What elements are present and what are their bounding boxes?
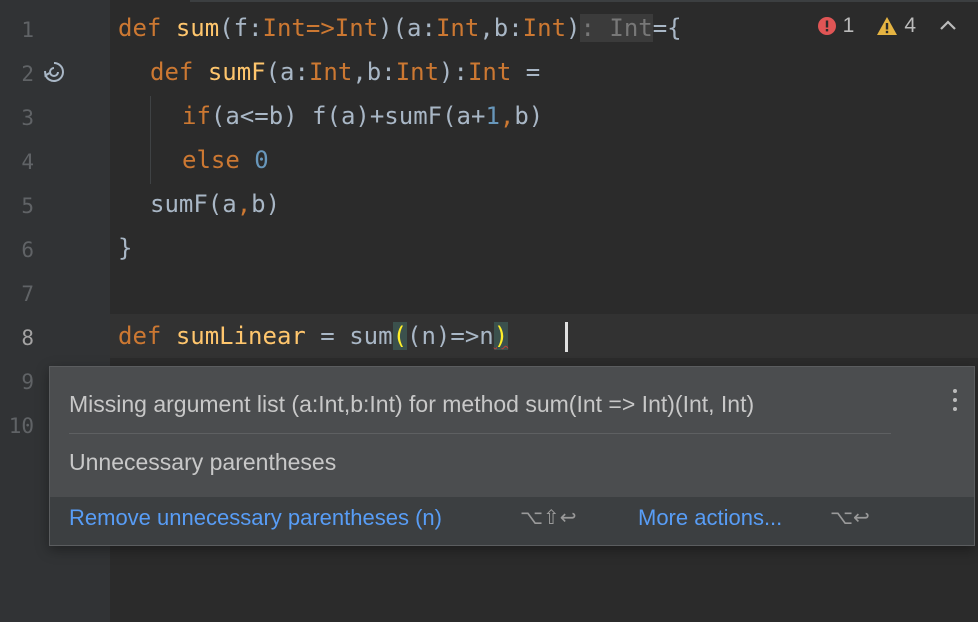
indent-guide: [150, 96, 151, 184]
more-options-icon[interactable]: [950, 389, 960, 419]
code-text: b): [251, 190, 281, 218]
line-number: 2: [21, 62, 34, 86]
code-line-5[interactable]: sumF(a,b): [150, 182, 280, 226]
line-number: 3: [21, 106, 34, 130]
code-text: ,b:: [352, 58, 396, 86]
keyword: def: [118, 14, 162, 42]
number-literal: 1: [485, 102, 500, 130]
type-name: Int: [467, 58, 512, 86]
matched-paren-close: ): [493, 322, 509, 350]
code-line-6[interactable]: }: [118, 226, 132, 270]
error-message: Missing argument list (a:Int,b:Int) for …: [69, 391, 755, 417]
type-name: Int: [334, 14, 379, 42]
recursion-icon[interactable]: [42, 60, 66, 84]
warning-message: Unnecessary parentheses: [69, 449, 337, 475]
code-line-8[interactable]: def sumLinear = sum((n)=>n): [118, 314, 509, 358]
keyword: else: [182, 146, 240, 174]
function-name: sumLinear: [175, 322, 306, 350]
error-icon[interactable]: [817, 16, 837, 36]
code-line-2[interactable]: def sumF(a:Int,b:Int):Int =: [150, 50, 540, 94]
code-text: (n)=>n: [407, 322, 494, 350]
more-actions-shortcut: ⌥↩: [830, 505, 870, 529]
type-name: Int: [262, 14, 306, 42]
code-line-1[interactable]: def sum(f:Int=>Int)(a:Int,b:Int): Int={: [118, 6, 682, 50]
code-text: =: [511, 58, 541, 86]
code-text: )(a:: [378, 14, 436, 42]
function-name: sum: [175, 14, 220, 42]
type-name: Int: [522, 14, 567, 42]
number-literal: 0: [254, 146, 269, 174]
type-name: Int: [395, 58, 440, 86]
warning-icon[interactable]: [876, 16, 898, 36]
text-caret: [565, 322, 568, 352]
line-number: 1: [21, 18, 34, 42]
code-text: ={: [652, 14, 682, 42]
code-text: b): [514, 102, 544, 130]
code-text: (a:: [265, 58, 309, 86]
popup-divider: [69, 433, 891, 434]
remove-parentheses-action[interactable]: Remove unnecessary parentheses (n): [69, 505, 442, 531]
keyword: def: [150, 58, 194, 86]
editor-top-border: [190, 0, 978, 2]
code-text: = sum: [305, 322, 393, 350]
more-actions-link[interactable]: More actions...: [638, 505, 782, 531]
type-name: Int: [308, 58, 353, 86]
arrow-operator: =>: [305, 14, 335, 42]
code-text: ,b:: [479, 14, 523, 42]
code-text: (a<=b) f(a)+sumF(a+: [210, 102, 486, 130]
comma: ,: [499, 102, 515, 130]
function-name: sumF: [207, 58, 266, 86]
code-text: ):: [439, 58, 468, 86]
line-number: 9: [21, 370, 34, 394]
line-number: 4: [21, 150, 34, 174]
code-text: sumF(a: [150, 190, 237, 218]
closing-brace: }: [118, 234, 133, 262]
error-count: 1: [842, 14, 855, 37]
type-name: Int: [435, 14, 480, 42]
code-text: (f:: [219, 14, 263, 42]
chevron-up-icon[interactable]: [938, 16, 958, 36]
line-number-current: 8: [21, 326, 34, 350]
inlay-type-hint: : Int: [580, 14, 653, 42]
action-shortcut: ⌥⇧↩: [520, 505, 577, 529]
warning-count: 4: [904, 14, 916, 37]
code-line-4[interactable]: else 0: [182, 138, 269, 182]
keyword: if: [182, 102, 211, 130]
line-number: 10: [8, 414, 34, 438]
inspections-widget[interactable]: 1 4: [817, 14, 958, 38]
matched-paren-open: (: [392, 322, 408, 350]
keyword: def: [118, 322, 162, 350]
inspection-popup: Missing argument list (a:Int,b:Int) for …: [49, 366, 975, 546]
code-line-3[interactable]: if(a<=b) f(a)+sumF(a+1,b): [182, 94, 543, 138]
line-number: 7: [21, 282, 34, 306]
line-number: 6: [21, 238, 34, 262]
popup-actions-bar: Remove unnecessary parentheses (n) ⌥⇧↩ M…: [50, 497, 974, 545]
comma: ,: [236, 190, 252, 218]
code-text: ): [566, 14, 581, 42]
code-editor[interactable]: 1 2 3 4 5 6 7 8 9 10 def sum(f:Int=>Int)…: [0, 0, 978, 622]
line-number: 5: [21, 194, 34, 218]
